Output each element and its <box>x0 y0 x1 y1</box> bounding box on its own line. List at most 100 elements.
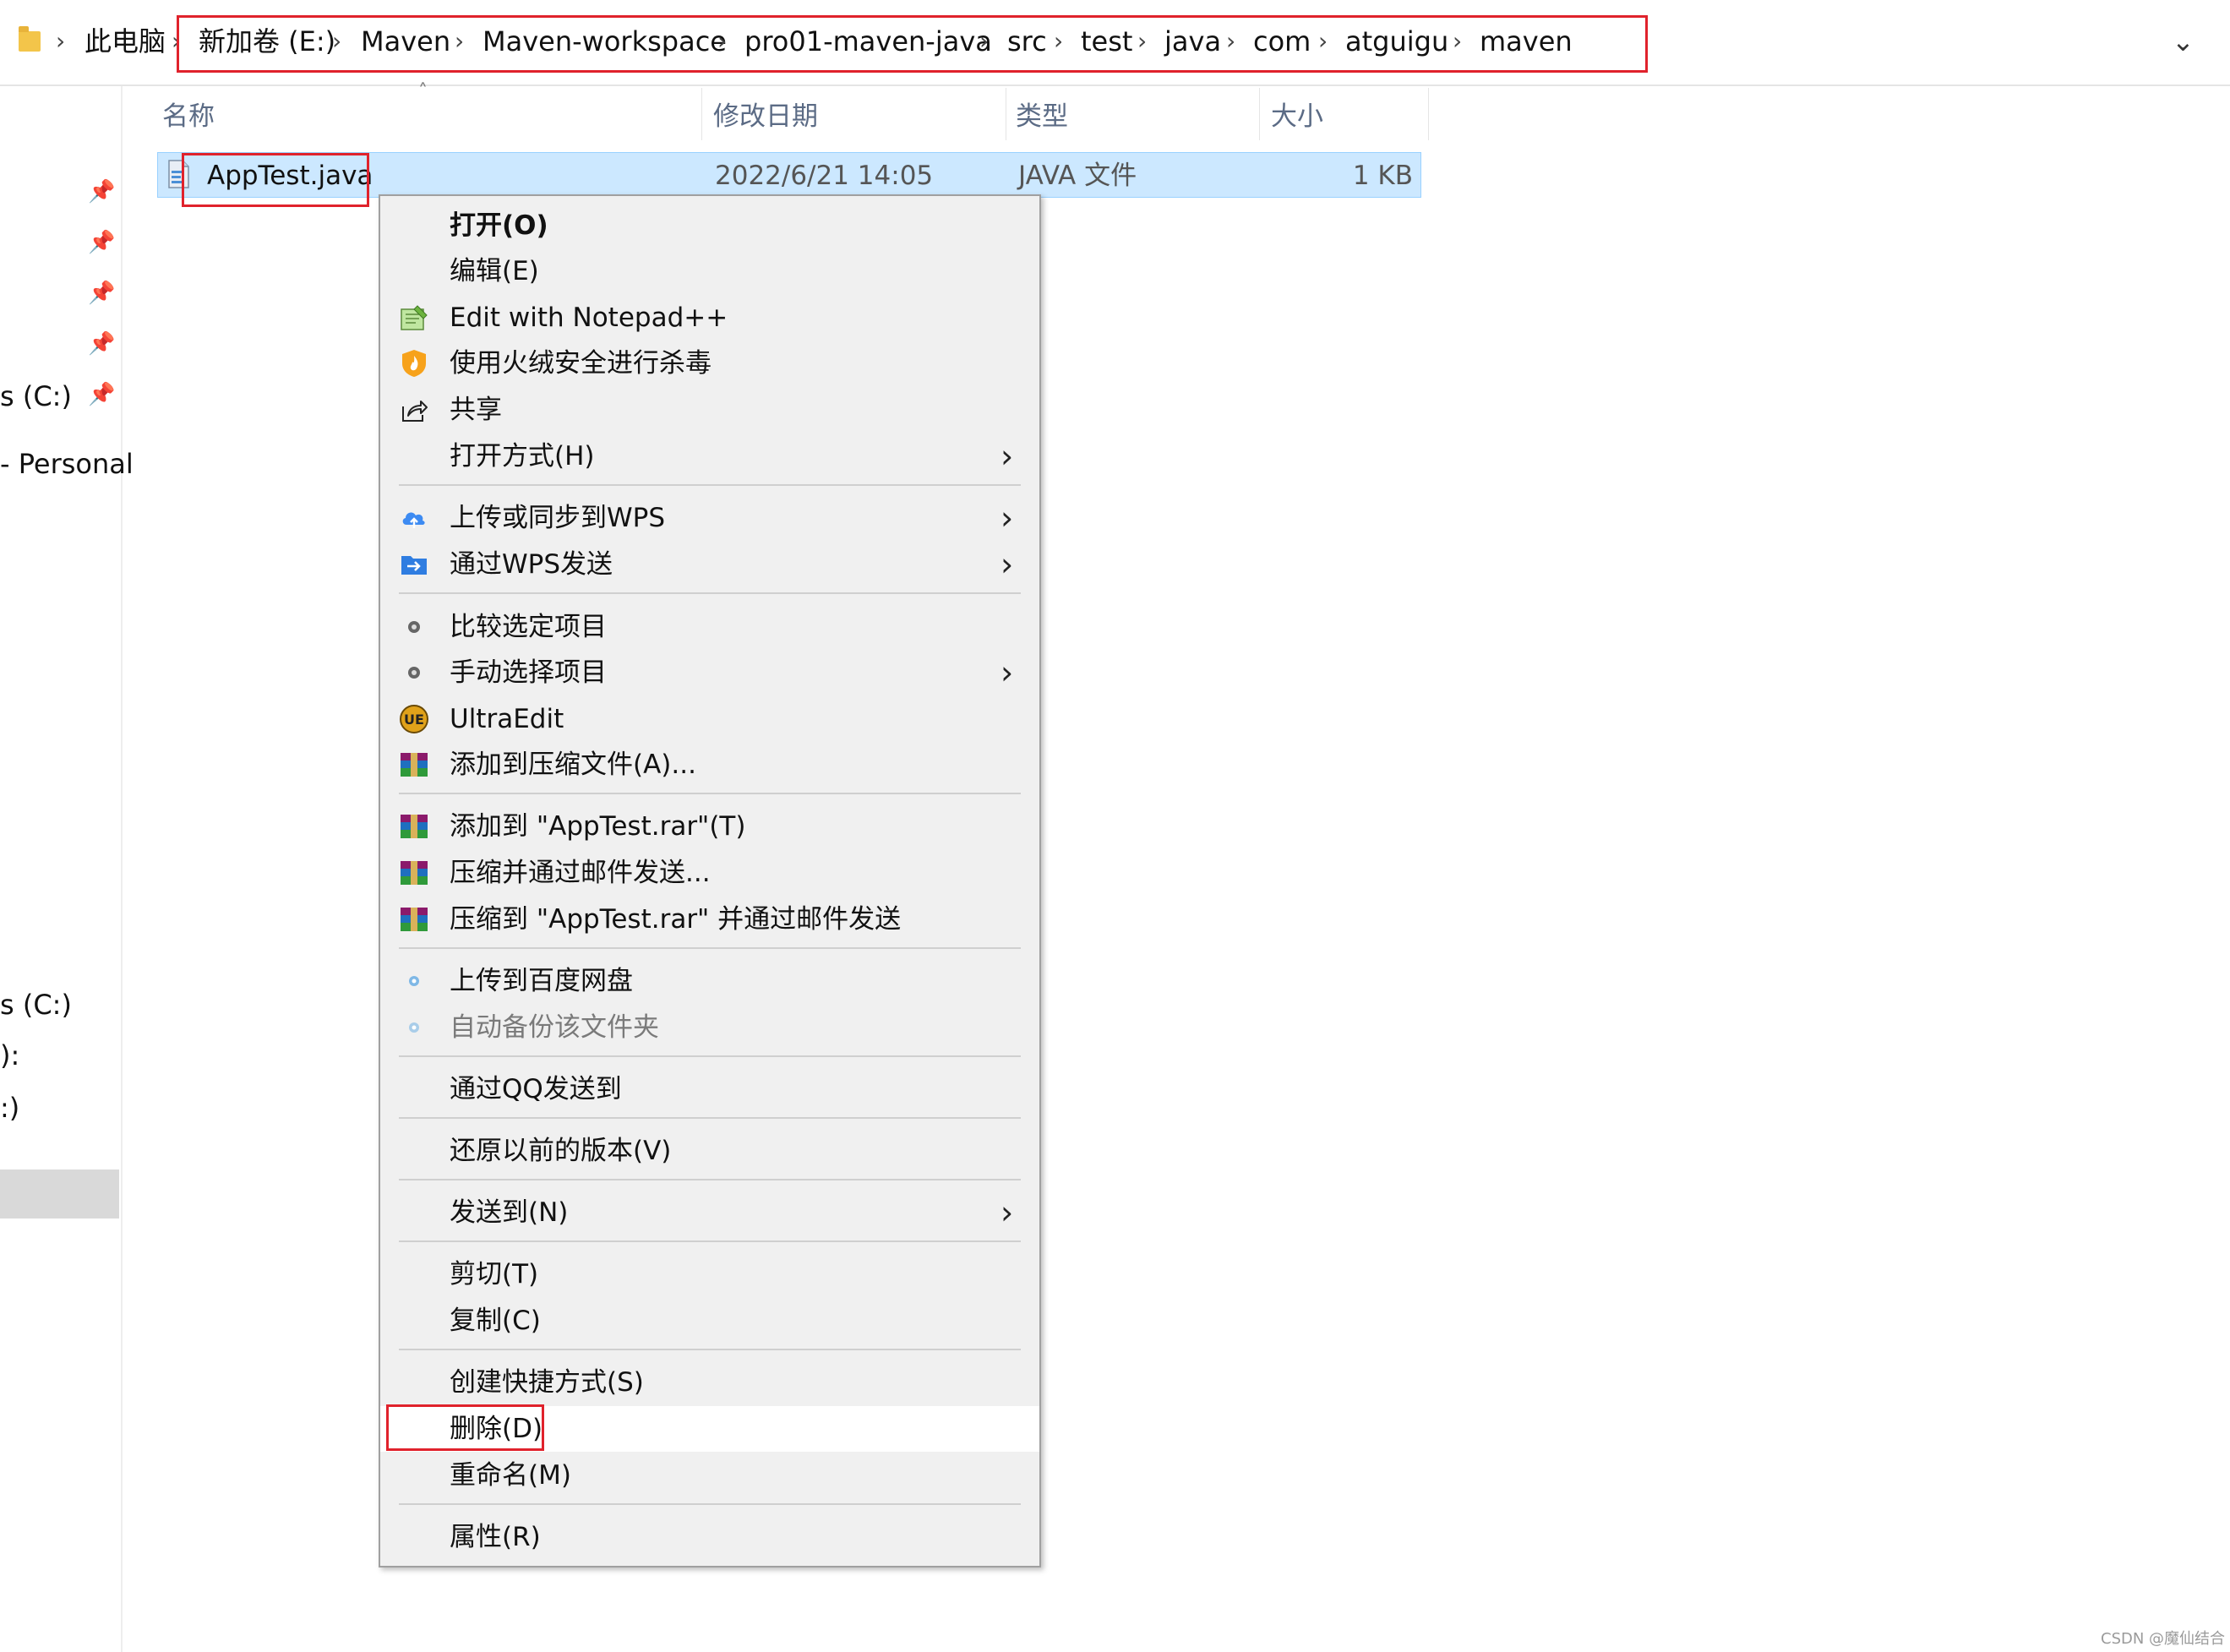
menu-item-label: 添加到压缩文件(A)... <box>450 750 696 780</box>
menu-separator <box>399 1503 1021 1505</box>
winrar-icon <box>401 861 428 885</box>
file-date: 2022/6/21 14:05 <box>715 161 934 191</box>
pin-icon[interactable]: 📌 <box>88 331 115 357</box>
menu-item-properties[interactable]: 属性(R) <box>380 1514 1039 1560</box>
menu-item-label: 创建快捷方式(S) <box>450 1367 644 1398</box>
menu-separator <box>399 1240 1021 1242</box>
menu-item-notepadpp[interactable]: Edit with Notepad++ <box>380 295 1039 341</box>
delete-highlight-box <box>386 1404 544 1451</box>
nav-item-drive-e[interactable]: :) <box>0 1092 19 1124</box>
menu-separator <box>399 1179 1021 1180</box>
column-header-size[interactable]: 大小 <box>1266 95 1421 139</box>
menu-item-label: Edit with Notepad++ <box>450 303 728 333</box>
pin-icon[interactable]: 📌 <box>88 230 115 255</box>
ultraedit-icon: UE <box>400 705 428 733</box>
submenu-arrow-icon: › <box>1001 546 1014 583</box>
menu-item-label: 比较选定项目 <box>450 612 607 642</box>
winrar-icon <box>401 908 428 931</box>
column-header-date[interactable]: 修改日期 <box>708 95 1006 139</box>
menu-item-wps-send[interactable]: 通过WPS发送 › <box>380 542 1039 587</box>
watermark: CSDN @魔仙结合 <box>2101 1630 2226 1648</box>
menu-item-label: UltraEdit <box>450 704 564 734</box>
submenu-arrow-icon: › <box>1001 654 1014 691</box>
file-type: JAVA 文件 <box>1018 161 1137 191</box>
menu-item-restore-versions[interactable]: 还原以前的版本(V) <box>380 1128 1039 1174</box>
menu-item-compress-email[interactable]: 压缩并通过邮件发送... <box>380 850 1039 896</box>
column-header-name[interactable]: 名称 <box>157 95 701 139</box>
menu-item-open[interactable]: 打开(O) <box>380 203 1039 248</box>
menu-item-cut[interactable]: 剪切(T) <box>380 1251 1039 1297</box>
menu-item-label: 共享 <box>450 395 502 425</box>
pin-icon[interactable]: 📌 <box>88 281 115 306</box>
menu-item-label: 重命名(M) <box>450 1460 571 1491</box>
menu-item-baidu-upload[interactable]: 上传到百度网盘 <box>380 958 1039 1004</box>
menu-item-share[interactable]: 共享 <box>380 387 1039 433</box>
column-divider[interactable] <box>1428 88 1429 140</box>
folder-icon <box>19 26 41 52</box>
menu-separator <box>399 484 1021 486</box>
context-menu: 打开(O) 编辑(E) Edit with Notepad++ 使用火绒安全进行… <box>379 194 1041 1567</box>
menu-item-label: 压缩到 "AppTest.rar" 并通过邮件发送 <box>450 904 902 935</box>
compare-icon <box>408 621 420 633</box>
menu-item-label: 上传到百度网盘 <box>450 966 633 996</box>
menu-item-label: 上传或同步到WPS <box>450 503 666 533</box>
menu-item-label: 使用火绒安全进行杀毒 <box>450 348 712 379</box>
nav-item-onedrive-personal[interactable]: - Personal <box>0 448 134 480</box>
path-highlight-box <box>177 15 1648 73</box>
nav-item-drive-d[interactable]: ): <box>0 1039 19 1071</box>
file-size: 1 KB <box>1352 161 1413 191</box>
menu-item-compare[interactable]: 比较选定项目 <box>380 604 1039 650</box>
notepadpp-icon <box>401 305 428 330</box>
baidu-pan-icon <box>409 976 419 986</box>
menu-item-qq-send[interactable]: 通过QQ发送到 <box>380 1066 1039 1112</box>
menu-item-label: 还原以前的版本(V) <box>450 1136 672 1166</box>
column-divider[interactable] <box>1259 88 1260 140</box>
menu-item-label: 通过QQ发送到 <box>450 1074 622 1104</box>
breadcrumb-this-pc[interactable]: 此电脑 <box>85 24 166 59</box>
menu-item-manual-select[interactable]: 手动选择项目 › <box>380 650 1039 695</box>
menu-item-ultraedit[interactable]: UE UltraEdit <box>380 696 1039 742</box>
nav-selected-highlight <box>0 1169 119 1219</box>
menu-item-add-to-rar[interactable]: 添加到 "AppTest.rar"(T) <box>380 804 1039 849</box>
menu-item-rename[interactable]: 重命名(M) <box>380 1453 1039 1498</box>
nav-item-drive-c[interactable]: s (C:) <box>0 380 72 412</box>
pin-icon[interactable]: 📌 <box>88 179 115 204</box>
menu-item-add-to-archive[interactable]: 添加到压缩文件(A)... <box>380 742 1039 788</box>
menu-separator <box>399 592 1021 594</box>
chevron-down-icon[interactable]: ⌄ <box>2172 24 2195 59</box>
winrar-icon <box>401 753 428 777</box>
menu-item-label: 打开(O) <box>450 210 548 241</box>
menu-item-edit[interactable]: 编辑(E) <box>380 248 1039 294</box>
svg-text:UE: UE <box>404 712 424 728</box>
menu-item-compress-rar-email[interactable]: 压缩到 "AppTest.rar" 并通过邮件发送 <box>380 897 1039 942</box>
baidu-backup-icon <box>409 1022 419 1033</box>
menu-item-huorong-scan[interactable]: 使用火绒安全进行杀毒 <box>380 341 1039 386</box>
menu-item-wps-sync[interactable]: 上传或同步到WPS › <box>380 495 1039 541</box>
column-header-type[interactable]: 类型 <box>1011 95 1259 139</box>
menu-item-label: 属性(R) <box>450 1522 541 1552</box>
menu-item-label: 手动选择项目 <box>450 657 607 688</box>
menu-item-label: 编辑(E) <box>450 256 539 286</box>
menu-item-label: 发送到(N) <box>450 1197 569 1228</box>
menu-item-send-to[interactable]: 发送到(N) › <box>380 1190 1039 1235</box>
menu-item-label: 打开方式(H) <box>450 441 595 472</box>
menu-item-create-shortcut[interactable]: 创建快捷方式(S) <box>380 1360 1039 1405</box>
menu-item-label: 通过WPS发送 <box>450 549 613 580</box>
filename-highlight-box <box>182 153 369 207</box>
column-divider[interactable] <box>701 88 702 140</box>
menu-item-label: 自动备份该文件夹 <box>450 1012 659 1043</box>
breadcrumb-separator[interactable]: › <box>56 24 65 59</box>
menu-item-open-with[interactable]: 打开方式(H) › <box>380 433 1039 479</box>
nav-item-drive-c-2[interactable]: s (C:) <box>0 989 72 1021</box>
menu-item-label: 压缩并通过邮件发送... <box>450 858 711 888</box>
menu-item-label: 复制(C) <box>450 1306 541 1336</box>
navigation-pane[interactable]: 📌 📌 📌 📌 📌 s (C:) - Personal s (C:) ): :) <box>0 86 134 1652</box>
menu-item-copy[interactable]: 复制(C) <box>380 1298 1039 1344</box>
submenu-arrow-icon: › <box>1001 1194 1014 1231</box>
menu-item-auto-backup[interactable]: 自动备份该文件夹 <box>380 1005 1039 1050</box>
wps-send-icon <box>401 556 427 575</box>
menu-item-label: 剪切(T) <box>450 1259 539 1289</box>
address-bar[interactable]: › 此电脑 › 新加卷 (E:) › Maven › Maven-workspa… <box>0 0 2230 86</box>
menu-separator <box>399 1349 1021 1350</box>
pin-icon[interactable]: 📌 <box>88 382 115 407</box>
